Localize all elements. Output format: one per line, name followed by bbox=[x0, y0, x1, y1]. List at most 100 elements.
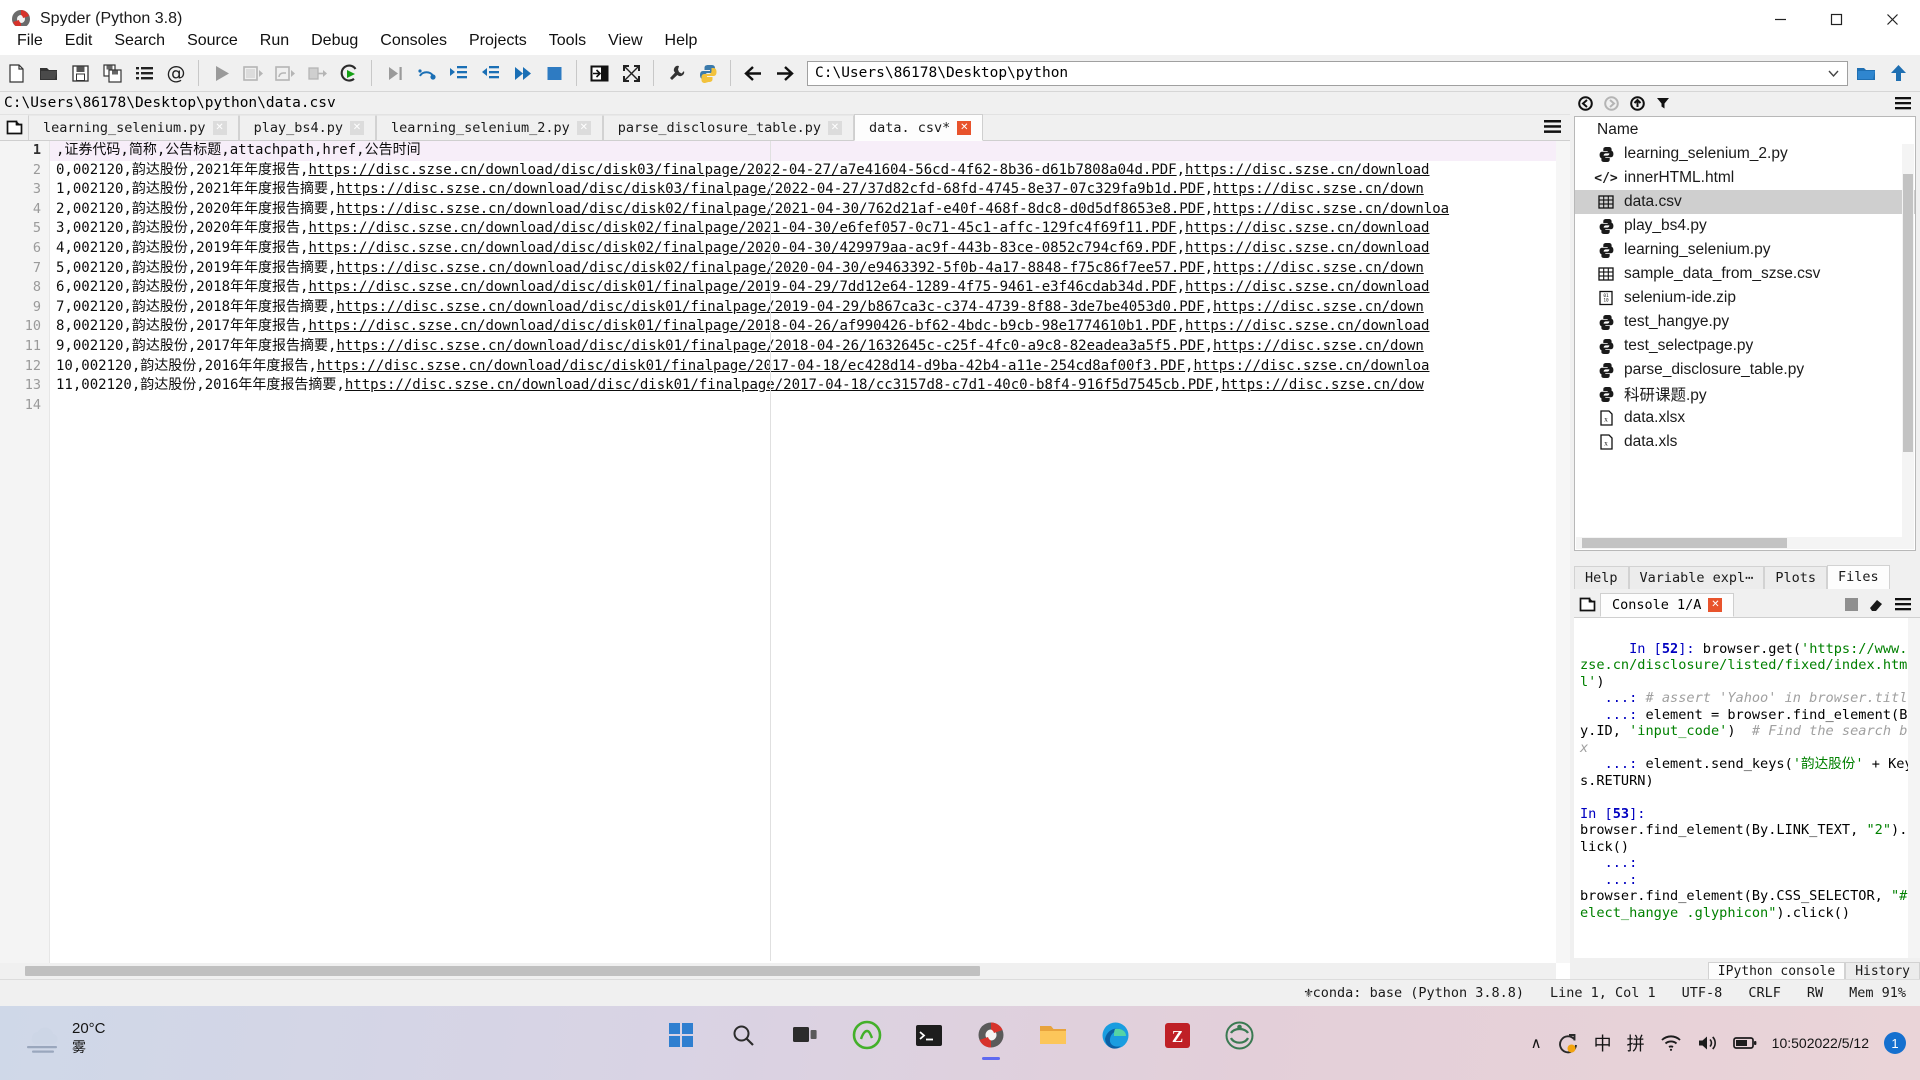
search-button[interactable] bbox=[720, 1012, 766, 1058]
code-url-link[interactable]: https://disc.szse.cn/download bbox=[1185, 220, 1429, 236]
code-url-link[interactable]: https://disc.szse.cn/download/disc/disk0… bbox=[308, 220, 1176, 236]
onedrive-sync-icon[interactable] bbox=[1557, 1032, 1579, 1054]
volume-icon[interactable] bbox=[1697, 1034, 1718, 1052]
code-url-link[interactable]: https://disc.szse.cn/down bbox=[1213, 299, 1424, 315]
back-arrow-icon[interactable] bbox=[737, 57, 769, 90]
debug-file-icon[interactable] bbox=[378, 57, 410, 90]
file-list-vertical-scrollbar[interactable] bbox=[1902, 144, 1914, 549]
code-url-link[interactable]: https://disc.szse.cn/dow bbox=[1221, 377, 1423, 393]
console-vertical-scrollbar[interactable] bbox=[1908, 618, 1920, 958]
interpreter-status[interactable]: ⚜conda: base (Python 3.8.8) bbox=[1305, 985, 1524, 1001]
tab-variable-explorer[interactable]: Variable expl⋯ bbox=[1628, 566, 1765, 589]
console-tab-1A[interactable]: Console 1/A ✕ bbox=[1600, 593, 1735, 617]
code-url-link[interactable]: https://disc.szse.cn/download bbox=[1185, 240, 1429, 256]
taskbar-app-anaconda[interactable] bbox=[844, 1012, 890, 1058]
ime-pinyin-indicator[interactable]: 拼 bbox=[1627, 1030, 1645, 1056]
file-row-test-selectpage[interactable]: test_selectpage.py bbox=[1575, 334, 1915, 358]
menu-projects[interactable]: Projects bbox=[458, 29, 538, 53]
ipython-console-output[interactable]: In [52]: browser.get('https://www.szse.c… bbox=[1574, 618, 1920, 958]
code-url-link[interactable]: https://disc.szse.cn/down bbox=[1213, 181, 1424, 197]
file-row-data-csv[interactable]: data.csv bbox=[1575, 190, 1915, 214]
code-editor[interactable]: 1 2 3 4 5 6 7 8 9 10 11 12 13 14 ,证券代码,简… bbox=[0, 141, 1570, 979]
weather-widget[interactable]: 20°C 雾 bbox=[22, 1020, 106, 1056]
filter-icon[interactable] bbox=[1656, 96, 1670, 110]
editor-text-area[interactable]: ,证券代码,简称,公告标题,attachpath,href,公告时间 0,002… bbox=[50, 141, 1570, 961]
file-explorer-list[interactable]: Name learning_selenium_2.py </> innerHTM… bbox=[1574, 116, 1916, 551]
run-selection-icon[interactable] bbox=[301, 57, 333, 90]
maximize-pane-icon[interactable] bbox=[583, 57, 615, 90]
code-url-link[interactable]: https://disc.szse.cn/download bbox=[1185, 279, 1429, 295]
start-button[interactable] bbox=[658, 1012, 704, 1058]
editor-tab-data-csv[interactable]: data. csv* ✕ bbox=[853, 114, 984, 141]
options-menu-icon[interactable] bbox=[1894, 597, 1912, 612]
code-url-link[interactable]: https://disc.szse.cn/download/disc/disk0… bbox=[308, 318, 1176, 334]
tab-ipython-console[interactable]: IPython console bbox=[1707, 962, 1846, 980]
battery-icon[interactable] bbox=[1732, 1035, 1757, 1051]
editor-tab-learning-selenium-2[interactable]: learning_selenium_2.py ✕ bbox=[375, 115, 603, 140]
file-list-horizontal-scrollbar[interactable] bbox=[1576, 537, 1904, 549]
file-row-innerhtml-html[interactable]: </> innerHTML.html bbox=[1575, 166, 1915, 190]
close-icon[interactable]: ✕ bbox=[576, 121, 591, 135]
hamburger-menu-icon[interactable] bbox=[1543, 118, 1562, 135]
code-url-link[interactable]: https://disc.szse.cn/download bbox=[1185, 162, 1429, 178]
menu-edit[interactable]: Edit bbox=[54, 29, 104, 53]
code-url-link[interactable]: https://disc.szse.cn/download/disc/disk0… bbox=[308, 279, 1176, 295]
tab-history[interactable]: History bbox=[1845, 962, 1920, 980]
tray-expand-chevron-icon[interactable]: ∧ bbox=[1531, 1034, 1542, 1052]
code-url-link[interactable]: https://disc.szse.cn/downloa bbox=[1193, 358, 1429, 374]
debug-step-return-icon[interactable] bbox=[474, 57, 506, 90]
file-row-test-hangye[interactable]: test_hangye.py bbox=[1575, 310, 1915, 334]
file-switcher-icon[interactable] bbox=[128, 57, 160, 90]
file-row-selenium-ide-zip[interactable]: 01 10 selenium-ide.zip bbox=[1575, 286, 1915, 310]
code-url-link[interactable]: https://disc.szse.cn/download/disc/disk0… bbox=[308, 162, 1176, 178]
taskbar-app-edge[interactable] bbox=[1092, 1012, 1138, 1058]
save-file-icon[interactable] bbox=[64, 57, 96, 90]
run-cell-icon[interactable] bbox=[237, 57, 269, 90]
code-url-link[interactable]: https://disc.szse.cn/download/disc/disk0… bbox=[308, 240, 1176, 256]
debug-step-over-icon[interactable] bbox=[410, 57, 442, 90]
taskbar-app-spyder[interactable] bbox=[968, 1012, 1014, 1058]
task-view-button[interactable] bbox=[782, 1012, 828, 1058]
menu-view[interactable]: View bbox=[597, 29, 653, 53]
notification-badge[interactable]: 1 bbox=[1884, 1032, 1906, 1054]
clock-widget[interactable]: 10:50 2022/5/12 bbox=[1772, 1034, 1869, 1053]
file-row-parse-disclosure-table[interactable]: parse_disclosure_table.py bbox=[1575, 358, 1915, 382]
menu-debug[interactable]: Debug bbox=[300, 29, 369, 53]
debug-step-into-icon[interactable] bbox=[442, 57, 474, 90]
code-url-link[interactable]: https://disc.szse.cn/down bbox=[1213, 338, 1424, 354]
menu-file[interactable]: File bbox=[6, 29, 54, 53]
parent-directory-icon[interactable] bbox=[1630, 95, 1645, 111]
rerun-file-icon[interactable] bbox=[333, 57, 365, 90]
taskbar-app-terminal[interactable] bbox=[906, 1012, 952, 1058]
close-icon[interactable]: ✕ bbox=[212, 121, 227, 135]
save-all-icon[interactable] bbox=[96, 57, 128, 90]
folder-browse-icon[interactable] bbox=[1850, 57, 1882, 90]
options-menu-icon[interactable] bbox=[1894, 96, 1912, 111]
file-list-column-header[interactable]: Name bbox=[1575, 117, 1915, 142]
code-url-link[interactable]: https://disc.szse.cn/download/disc/disk0… bbox=[317, 358, 1185, 374]
file-row-sample-data-from-szse-csv[interactable]: sample_data_from_szse.csv bbox=[1575, 262, 1915, 286]
new-file-icon[interactable] bbox=[0, 57, 32, 90]
editor-horizontal-scrollbar[interactable] bbox=[0, 963, 1556, 979]
tab-help[interactable]: Help bbox=[1574, 566, 1629, 589]
editor-tab-learning-selenium[interactable]: learning_selenium.py ✕ bbox=[28, 115, 239, 140]
file-row-learning-selenium-2[interactable]: learning_selenium_2.py bbox=[1575, 142, 1915, 166]
ime-mode-indicator[interactable]: 中 bbox=[1594, 1030, 1612, 1056]
taskbar-app-explorer[interactable] bbox=[1030, 1012, 1076, 1058]
editor-tab-play-bs4[interactable]: play_bs4.py ✕ bbox=[238, 115, 376, 140]
browse-tabs-icon[interactable] bbox=[1574, 596, 1600, 613]
debug-continue-icon[interactable] bbox=[506, 57, 538, 90]
file-row-play-bs4[interactable]: play_bs4.py bbox=[1575, 214, 1915, 238]
code-url-link[interactable]: https://disc.szse.cn/downloa bbox=[1213, 201, 1449, 217]
close-icon[interactable]: ✕ bbox=[349, 121, 364, 135]
working-directory-input[interactable]: C:\Users\86178\Desktop\python bbox=[807, 60, 1848, 86]
menu-tools[interactable]: Tools bbox=[538, 29, 597, 53]
run-cell-advance-icon[interactable] bbox=[269, 57, 301, 90]
run-file-icon[interactable] bbox=[205, 57, 237, 90]
tab-plots[interactable]: Plots bbox=[1764, 566, 1827, 589]
code-url-link[interactable]: https://disc.szse.cn/download/disc/disk0… bbox=[345, 377, 1213, 393]
menu-consoles[interactable]: Consoles bbox=[369, 29, 458, 53]
clear-console-icon[interactable] bbox=[1868, 597, 1885, 612]
file-row-learning-selenium[interactable]: learning_selenium.py bbox=[1575, 238, 1915, 262]
wifi-icon[interactable] bbox=[1660, 1034, 1682, 1052]
